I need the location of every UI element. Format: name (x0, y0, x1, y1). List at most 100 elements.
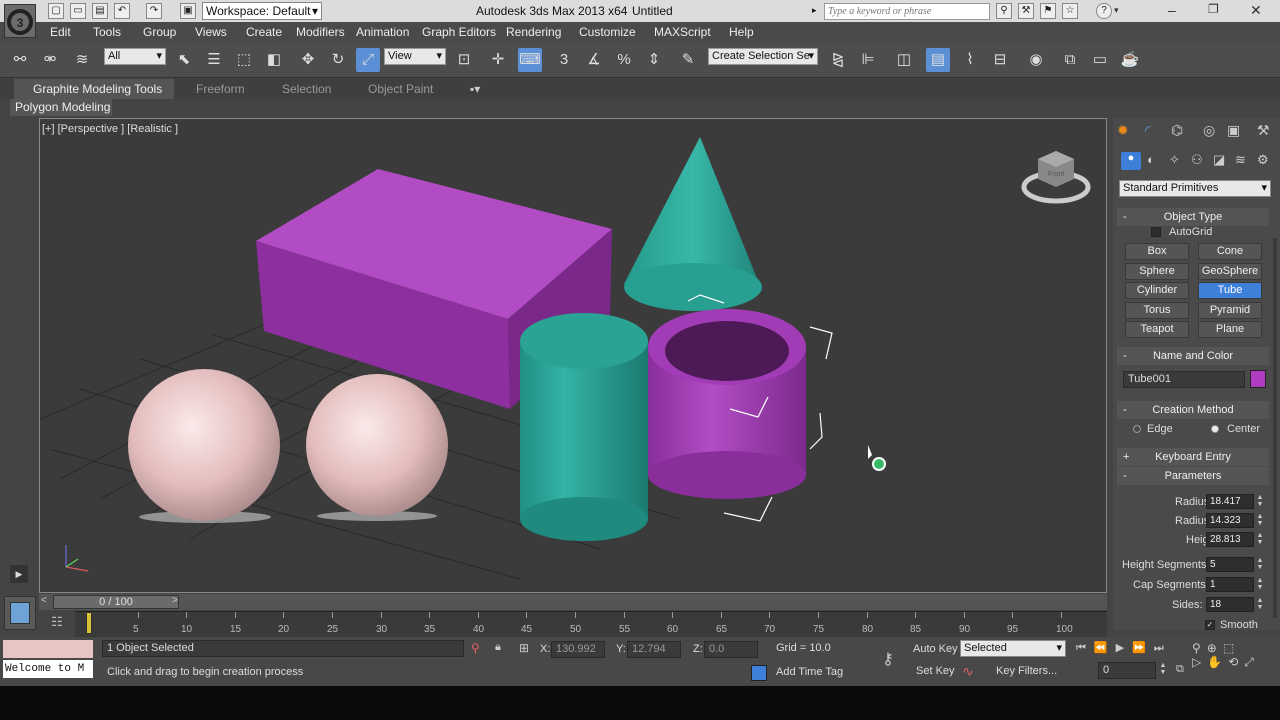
menu-tools[interactable]: Tools (93, 25, 121, 39)
motion-tab-icon[interactable]: ◎ (1203, 122, 1215, 139)
field-of-view-icon[interactable]: ▷ (1192, 655, 1207, 669)
tab-selection[interactable]: Selection (282, 82, 331, 96)
cone-object[interactable] (624, 137, 762, 311)
angle-snap-icon[interactable]: ∡ (582, 48, 606, 72)
reference-coordinate-dropdown[interactable]: View ▾ (384, 48, 446, 65)
sphere-object-1[interactable] (128, 369, 280, 521)
name-color-rollout-header[interactable]: - Name and Color (1117, 347, 1269, 365)
add-time-tag-button[interactable]: Add Time Tag (771, 664, 865, 681)
spacewarps-icon[interactable]: ≋ (1235, 152, 1246, 168)
cylinder-button[interactable]: Cylinder (1125, 282, 1189, 299)
keyboard-shortcut-override-icon[interactable]: ⌨ (518, 48, 542, 72)
create-tab-icon[interactable]: ✹ (1117, 122, 1129, 139)
snaps-toggle-icon[interactable]: 3 (552, 48, 576, 72)
height-spinner[interactable]: ▲ ▼ (1255, 532, 1265, 547)
undo-icon[interactable]: ↶ (114, 3, 130, 19)
current-frame-spinner[interactable]: ▲ ▼ (1158, 662, 1168, 677)
cameras-icon[interactable]: ⚇ (1191, 152, 1203, 168)
radius1-spinner[interactable]: ▲ ▼ (1255, 494, 1265, 509)
mirror-icon[interactable]: ⧎ (826, 48, 850, 72)
binoculars-icon[interactable]: ⚲ (996, 3, 1012, 19)
auto-key-button[interactable]: Auto Key (913, 643, 958, 655)
mini-curve-editor-button[interactable] (4, 596, 36, 630)
orbit-icon[interactable]: ⟲ (1228, 655, 1244, 669)
app-logo[interactable]: 3 (4, 4, 36, 38)
tab-freeform[interactable]: Freeform (196, 82, 245, 96)
tube-button[interactable]: Tube (1198, 282, 1262, 299)
maxscript-listener-output[interactable] (3, 640, 93, 658)
next-frame-icon[interactable]: ⏩ (1132, 642, 1154, 654)
maxscript-listener-input[interactable]: Welcome to M (3, 660, 93, 678)
time-slider-next[interactable]: > (172, 595, 178, 606)
current-frame-marker[interactable] (86, 612, 92, 634)
creation-method-rollout-header[interactable]: - Creation Method (1117, 401, 1269, 419)
height-input[interactable]: 28.813 (1206, 532, 1254, 547)
sides-spinner[interactable]: ▲ ▼ (1255, 597, 1265, 612)
render-production-icon[interactable]: ☕ (1118, 48, 1142, 72)
redo-icon[interactable]: ↷ (146, 3, 162, 19)
zoom-all-icon[interactable]: ⊕ (1207, 641, 1223, 655)
menu-modifiers[interactable]: Modifiers (296, 25, 345, 39)
align-icon[interactable]: ⊫ (856, 48, 880, 72)
sphere-button[interactable]: Sphere (1125, 263, 1189, 280)
object-name-input[interactable]: Tube001 (1123, 371, 1245, 388)
communication-icon[interactable]: ⚑ (1040, 3, 1056, 19)
search-expand-icon[interactable]: ▸ (812, 5, 817, 16)
geometry-icon[interactable]: ● (1121, 152, 1141, 170)
menu-help[interactable]: Help (729, 25, 754, 39)
time-slider[interactable]: 0 / 100 (53, 595, 179, 609)
new-file-icon[interactable]: ▢ (48, 3, 64, 19)
cap-segments-input[interactable]: 1 (1206, 577, 1254, 592)
parameters-rollout-header[interactable]: - Parameters (1117, 467, 1269, 485)
isolate-selection-icon[interactable]: ⚲ (471, 641, 480, 655)
pivot-center-icon[interactable]: ⊡ (452, 48, 476, 72)
geosphere-button[interactable]: GeoSphere (1198, 263, 1262, 280)
cylinder-object[interactable] (520, 313, 648, 541)
tab-object-paint[interactable]: Object Paint (368, 82, 433, 96)
move-icon[interactable]: ✥ (296, 48, 320, 72)
tab-graphite-modeling-tools[interactable]: Graphite Modeling Tools (33, 82, 162, 96)
bind-spacewarp-icon[interactable]: ≋ (70, 48, 94, 72)
scale-icon[interactable]: ⤢ (356, 48, 380, 72)
layer-manager-icon[interactable]: ◫ (892, 48, 916, 72)
viewcube[interactable]: Front (1021, 151, 1091, 204)
autogrid-checkbox[interactable] (1151, 227, 1161, 237)
ribbon-options-icon[interactable]: ▪▾ (470, 82, 480, 96)
zoom-extents-icon[interactable]: ⬚ (1223, 641, 1240, 655)
curve-editor-toggle-icon[interactable]: ☷ (44, 614, 70, 632)
radius2-input[interactable]: 14.323 (1206, 513, 1254, 528)
perspective-viewport[interactable]: Front (39, 118, 1107, 593)
play-icon[interactable]: ▶ (1116, 642, 1132, 654)
spinner-snap-icon[interactable]: ⇕ (642, 48, 666, 72)
time-tag-icon[interactable] (751, 665, 767, 681)
absolute-mode-icon[interactable]: ⊞ (519, 641, 529, 655)
project-folder-icon[interactable]: ▣ (180, 3, 196, 19)
object-color-swatch[interactable] (1250, 370, 1266, 388)
keyboard-entry-rollout-header[interactable]: + Keyboard Entry (1117, 448, 1269, 466)
search-input[interactable]: Type a keyword or phrase (824, 3, 990, 20)
menu-graph-editors[interactable]: Graph Editors (422, 25, 496, 39)
select-object-icon[interactable]: ⬉ (172, 48, 196, 72)
menu-create[interactable]: Create (246, 25, 282, 39)
time-slider-prev[interactable]: < (41, 595, 47, 606)
link-icon[interactable]: ⚯ (8, 48, 32, 72)
modify-tab-icon[interactable]: ◜ (1145, 122, 1150, 139)
set-key-button[interactable]: Set Key (916, 665, 955, 677)
helpers-icon[interactable]: ◪ (1213, 152, 1225, 168)
window-crossing-icon[interactable]: ◧ (262, 48, 286, 72)
material-editor-icon[interactable]: ◉ (1024, 48, 1048, 72)
rectangular-selection-icon[interactable]: ⬚ (232, 48, 256, 72)
help-dropdown-icon[interactable]: ▾ (1114, 5, 1119, 16)
previous-frame-icon[interactable]: ⏪ (1094, 642, 1116, 654)
menu-maxscript[interactable]: MAXScript (654, 25, 711, 39)
systems-icon[interactable]: ⚙ (1257, 152, 1269, 168)
set-keys-icon[interactable]: ⚷ (872, 649, 904, 671)
graphite-toggle-icon[interactable]: ▤ (926, 48, 950, 72)
smooth-checkbox[interactable]: ✓ (1205, 620, 1215, 630)
teapot-button[interactable]: Teapot (1125, 321, 1189, 338)
menu-animation[interactable]: Animation (356, 25, 409, 39)
sides-input[interactable]: 18 (1206, 597, 1254, 612)
sphere-object-2[interactable] (306, 374, 448, 516)
edit-named-selections-icon[interactable]: ✎ (676, 48, 700, 72)
menu-customize[interactable]: Customize (579, 25, 636, 39)
